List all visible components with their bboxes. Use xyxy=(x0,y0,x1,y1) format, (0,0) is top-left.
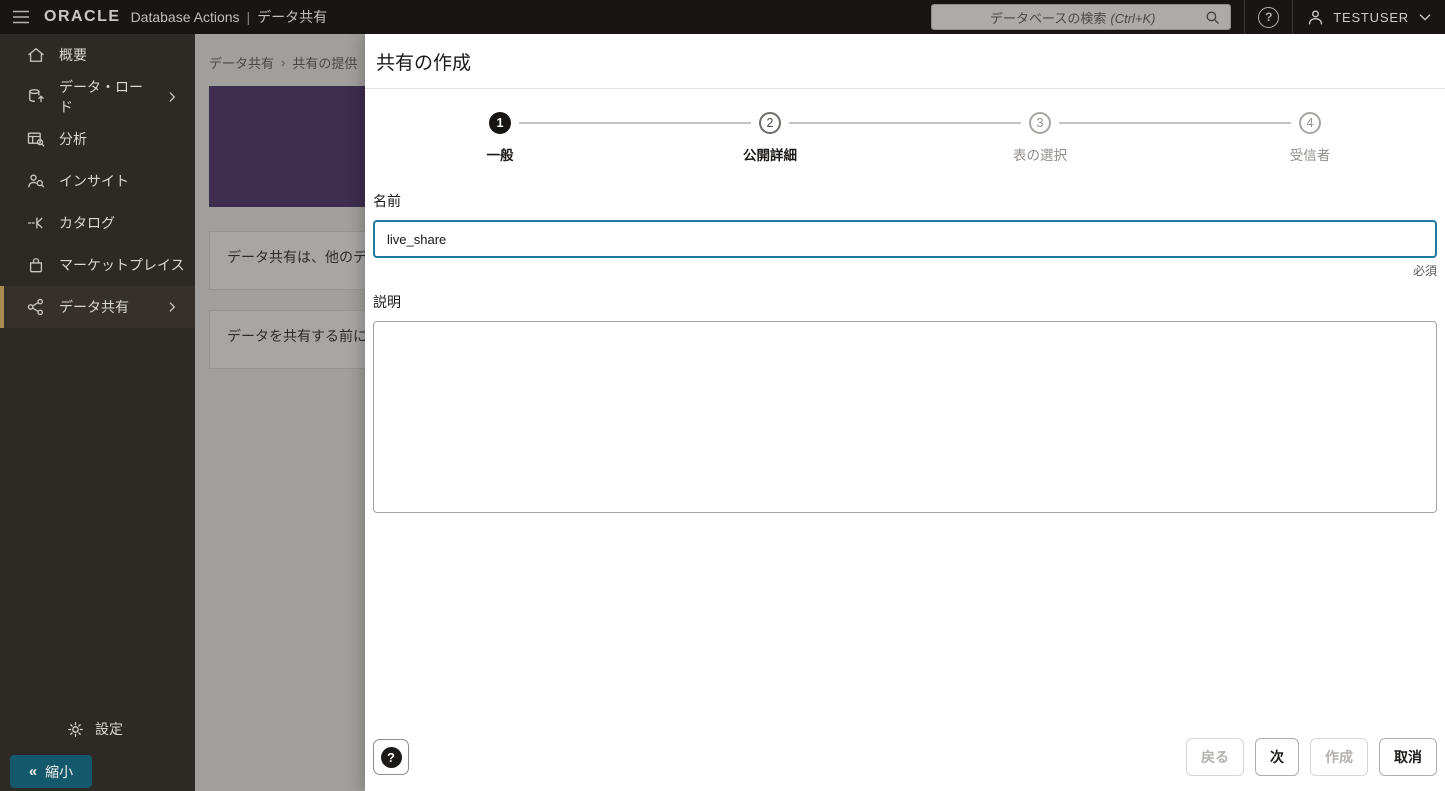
share-description-textarea[interactable] xyxy=(373,321,1437,513)
step-select-tables[interactable]: 3 表の選択 xyxy=(905,112,1175,164)
sidebar-item-label: 分析 xyxy=(59,129,87,149)
info-text: データを共有する前にフ xyxy=(227,328,381,344)
info-text: データ共有は、他のデー xyxy=(227,249,381,265)
chevron-right-icon xyxy=(165,300,179,314)
breadcrumb-data-share[interactable]: データ共有 xyxy=(209,53,274,72)
username: TESTUSER xyxy=(1333,10,1409,25)
step-label: 受信者 xyxy=(1290,144,1331,164)
create-button[interactable]: 作成 xyxy=(1310,738,1368,776)
home-icon xyxy=(26,45,46,65)
step-circle[interactable]: 3 xyxy=(1029,112,1051,134)
double-chevron-left-icon: « xyxy=(29,763,37,780)
cancel-button[interactable]: 取消 xyxy=(1379,738,1437,776)
sidebar-item-label: 概要 xyxy=(59,45,87,65)
footer-actions: 戻る 次 作成 取消 xyxy=(1186,738,1437,776)
sidebar-item-label: マーケットプレイス xyxy=(59,255,185,275)
step-circle[interactable]: 1 xyxy=(489,112,511,134)
app-header: ORACLE Database Actions | データ共有 データベースの検… xyxy=(0,0,1445,34)
sidebar-item-label: カタログ xyxy=(59,213,115,233)
dialog-footer: ? 戻る 次 作成 取消 xyxy=(373,738,1437,776)
user-menu[interactable]: TESTUSER xyxy=(1306,8,1433,27)
catalog-icon xyxy=(26,213,46,233)
sidebar-item-label: データ・ロード xyxy=(59,77,152,117)
data-load-icon xyxy=(26,87,46,107)
breadcrumb-separator: › xyxy=(281,55,285,70)
sidebar-item-overview[interactable]: 概要 xyxy=(0,34,195,76)
data-share-icon xyxy=(26,297,46,317)
sidebar-item-data-load[interactable]: データ・ロード xyxy=(0,76,195,118)
step-label: 一般 xyxy=(487,144,514,164)
header-separator xyxy=(1292,0,1293,34)
chevron-right-icon xyxy=(165,90,179,104)
sidebar-item-label: インサイト xyxy=(59,171,129,191)
insights-icon xyxy=(26,171,46,191)
sidebar-item-settings[interactable]: 設定 xyxy=(0,709,195,749)
breadcrumb-provide-share: 共有の提供 xyxy=(292,53,357,72)
step-circle[interactable]: 2 xyxy=(759,112,781,134)
step-label: 公開詳細 xyxy=(743,144,797,164)
step-recipients[interactable]: 4 受信者 xyxy=(1175,112,1445,164)
step-publish-details[interactable]: 2 公開詳細 xyxy=(635,112,905,164)
header-separator xyxy=(1244,0,1245,34)
sidebar-item-label: データ共有 xyxy=(59,297,129,317)
settings-label: 設定 xyxy=(95,719,123,739)
sidebar-item-analysis[interactable]: 分析 xyxy=(0,118,195,160)
dialog-title: 共有の作成 xyxy=(365,34,1445,89)
product-title: Database Actions xyxy=(131,9,240,25)
sidebar-item-marketplace[interactable]: マーケットプレイス xyxy=(0,244,195,286)
header-right: データベースの検索(Ctrl+K) ? TESTUSER xyxy=(931,0,1433,34)
gear-icon xyxy=(66,720,85,739)
question-mark-icon: ? xyxy=(381,747,402,768)
step-circle[interactable]: 4 xyxy=(1299,112,1321,134)
collapse-sidebar-button[interactable]: « 縮小 xyxy=(10,755,92,788)
dialog-help-button[interactable]: ? xyxy=(373,739,409,775)
wizard-stepper: 1 一般 2 公開詳細 3 表の選択 4 受信者 xyxy=(365,112,1445,164)
help-icon[interactable]: ? xyxy=(1258,7,1279,28)
chevron-down-icon xyxy=(1417,9,1433,25)
required-hint: 必須 xyxy=(373,262,1437,279)
sidebar-item-data-share[interactable]: データ共有 xyxy=(0,286,195,328)
collapse-label: 縮小 xyxy=(45,762,73,782)
next-button[interactable]: 次 xyxy=(1255,738,1299,776)
share-name-input[interactable] xyxy=(373,220,1437,258)
user-icon xyxy=(1306,8,1325,27)
share-form: 名前 必須 説明 xyxy=(365,191,1445,518)
database-search-input[interactable]: データベースの検索(Ctrl+K) xyxy=(931,4,1231,30)
step-general[interactable]: 1 一般 xyxy=(365,112,635,164)
hamburger-icon[interactable] xyxy=(12,10,30,24)
sidebar-item-insights[interactable]: インサイト xyxy=(0,160,195,202)
analysis-icon xyxy=(26,129,46,149)
sidebar-nav: 概要 データ・ロード 分析 インサイト カタログ マーケットプレイス データ共有… xyxy=(0,34,195,791)
title-divider: | xyxy=(247,9,251,25)
context-title: データ共有 xyxy=(257,7,327,27)
search-placeholder: データベースの検索(Ctrl+K) xyxy=(941,8,1204,27)
step-label: 表の選択 xyxy=(1013,144,1067,164)
create-share-dialog: 共有の作成 1 一般 2 公開詳細 3 表の選択 4 受信者 名前 必須 説明 … xyxy=(365,34,1445,791)
sidebar-item-catalog[interactable]: カタログ xyxy=(0,202,195,244)
oracle-logo: ORACLE xyxy=(44,8,121,26)
marketplace-icon xyxy=(26,255,46,275)
search-icon xyxy=(1204,9,1221,26)
sidebar-spacer xyxy=(0,328,195,709)
name-field-label: 名前 xyxy=(373,191,1437,211)
description-field-label: 説明 xyxy=(373,292,1437,312)
back-button[interactable]: 戻る xyxy=(1186,738,1244,776)
